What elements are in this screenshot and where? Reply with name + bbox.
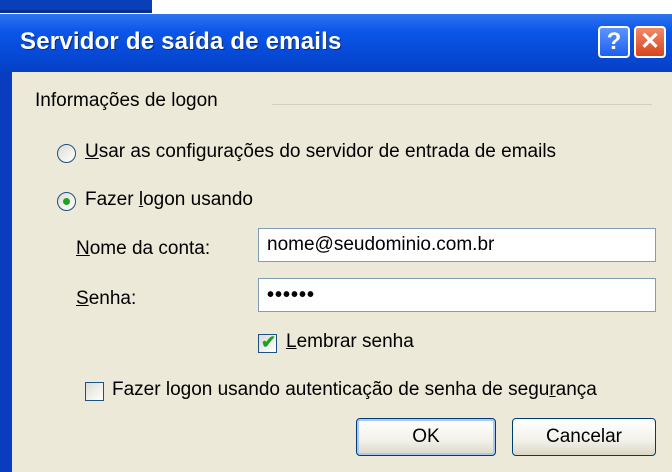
help-icon: ? [606,28,622,55]
password-input[interactable]: •••••• [258,278,656,312]
label-text: enha: [88,288,137,309]
check-icon: ✔ [261,332,277,352]
accel-key: S [76,288,89,309]
group-divider [272,104,652,105]
window-title: Servidor de saída de emails [20,28,342,55]
label-text: sar as configurações do servidor de entr… [98,141,557,162]
radio-logon-using[interactable] [57,192,76,211]
close-button[interactable]: ✕ [634,26,666,58]
account-name-input[interactable]: nome@seudominio.com.br [258,228,656,262]
label-text: embrar senha [296,331,414,352]
remember-password-checkbox[interactable]: ✔ [258,332,277,353]
label-text: Fazer [85,189,139,210]
account-name-label: Nome da conta: [76,238,210,260]
spa-label[interactable]: Fazer logon usando autenticação de senha… [112,379,597,401]
spa-checkbox[interactable] [85,382,104,401]
ok-button[interactable]: OK [356,418,496,456]
accel-key: L [286,331,297,352]
label-text: ogon usando [143,189,253,210]
background-window-fragment [0,0,152,13]
remember-password-label[interactable]: Lembrar senha [286,331,414,353]
cancel-button[interactable]: Cancelar [512,418,656,456]
dialog-window: Servidor de saída de emails ? ✕ Informaç… [0,14,672,472]
accel-key: U [85,141,99,162]
close-icon: ✕ [639,28,661,55]
radio-logon-using-label[interactable]: Fazer logon usando [85,189,253,211]
label-text: ome da conta: [89,238,211,259]
radio-selected-dot [63,198,70,205]
accel-key: N [76,238,90,259]
radio-use-incoming-settings[interactable] [57,144,76,163]
label-text: Fazer logon usando autenticação de senha… [112,379,550,400]
label-text: ança [555,379,597,400]
dialog-body: Informações de logon Usar as configuraçõ… [12,72,672,472]
group-label: Informações de logon [35,90,218,111]
background-strip [0,0,672,14]
title-bar[interactable]: Servidor de saída de emails ? ✕ [0,14,672,72]
help-button[interactable]: ? [598,26,630,58]
password-label: Senha: [76,288,136,310]
radio-use-incoming-label[interactable]: Usar as configurações do servidor de ent… [85,141,556,163]
